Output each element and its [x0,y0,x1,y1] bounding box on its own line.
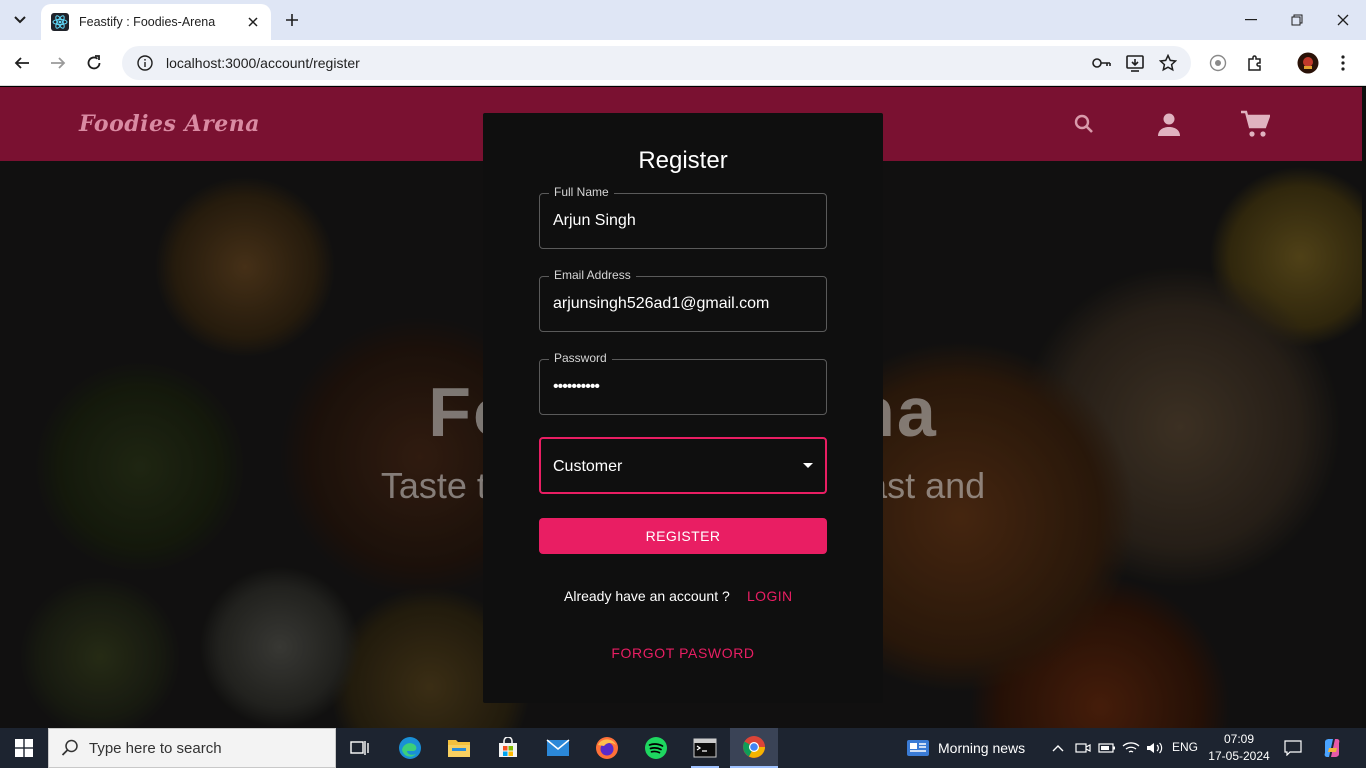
browser-tab-bar: Feastify : Foodies-Arena [0,0,1366,40]
new-tab-button[interactable] [282,10,302,30]
browser-toolbar: localhost:3000/account/register [0,40,1366,86]
register-dialog: Register Full Name Arjun Singh Email Add… [483,113,883,703]
search-icon [61,739,78,756]
email-label: Email Address [549,268,636,282]
email-field[interactable]: Email Address arjunsingh526ad1@gmail.com [539,268,827,332]
plus-icon [286,14,298,26]
reload-button[interactable] [82,51,106,75]
notification-center-icon[interactable] [1283,738,1303,758]
task-view-button[interactable] [336,728,384,768]
full-name-value: Arjun Singh [553,212,636,229]
restore-button[interactable] [1282,8,1312,32]
url-text: localhost:3000/account/register [166,55,360,71]
password-label: Password [549,351,612,365]
full-name-field[interactable]: Full Name Arjun Singh [539,185,827,249]
task-view-icon [350,741,369,755]
site-info-icon[interactable] [136,54,154,72]
volume-icon[interactable] [1145,738,1165,758]
clock-time: 07:09 [1223,732,1255,746]
role-selected-value: Customer [553,458,623,475]
search-icon[interactable] [1069,109,1099,139]
full-name-label: Full Name [549,185,614,199]
taskbar-firefox[interactable] [583,728,631,768]
scrollbar-gutter [1362,87,1366,728]
clock[interactable]: 07:09 17-05-2024 [1205,731,1273,765]
tab-title: Feastify : Foodies-Arena [79,15,216,29]
extensions-puzzle-icon[interactable] [1243,51,1267,75]
brand-logo[interactable]: Foodies Arena [79,111,260,137]
back-button[interactable] [10,51,34,75]
taskbar-spotify[interactable] [632,728,680,768]
wifi-icon[interactable] [1121,738,1141,758]
close-window-button[interactable] [1328,8,1358,32]
taskbar-search-box[interactable]: Type here to search [48,728,336,768]
terminal-icon [693,738,717,758]
tab-close-icon[interactable] [245,14,261,30]
forgot-password-link[interactable]: FORGOT PASWORD [483,645,883,661]
react-favicon-icon [51,13,69,31]
copilot-icon[interactable] [1322,738,1342,758]
web-page: Foodies Arena Taste the best dishes, ser… [0,87,1366,728]
tab-search-button[interactable] [6,8,34,32]
store-icon [499,737,517,757]
weather-news-widget[interactable]: Morning news [906,728,1025,768]
edge-icon [399,737,421,759]
password-value: •••••••••• [553,378,600,395]
email-value: arjunsingh526ad1@gmail.com [553,295,770,312]
start-button[interactable] [0,728,48,768]
password-key-icon[interactable] [1091,54,1111,77]
password-field[interactable]: Password •••••••••• [539,351,827,415]
minimize-button[interactable] [1236,8,1266,32]
taskbar-store[interactable] [484,728,532,768]
windows-logo-icon [15,739,33,757]
news-icon [907,740,929,756]
taskbar-mail[interactable] [534,728,582,768]
chrome-icon [743,736,765,758]
news-label: Morning news [938,740,1026,756]
cart-icon[interactable] [1240,109,1270,139]
arrow-right-icon [51,57,66,69]
forward-button[interactable] [46,51,70,75]
taskbar-edge[interactable] [386,728,434,768]
firefox-icon [596,737,618,759]
folder-icon [448,740,470,757]
battery-icon[interactable] [1097,738,1117,758]
taskbar-chrome[interactable] [730,728,778,768]
register-heading: Register [638,147,728,174]
bookmark-star-icon[interactable] [1158,53,1178,77]
clock-date: 17-05-2024 [1208,749,1270,763]
browser-menu-icon[interactable] [1331,51,1355,75]
already-have-account-text: Already have an account ? [564,588,730,604]
role-select[interactable]: Customer [539,437,827,494]
extension-icon[interactable] [1206,51,1230,75]
meet-now-icon[interactable] [1073,738,1093,758]
taskbar-terminal[interactable] [681,728,729,768]
register-button[interactable]: REGISTER [539,518,827,554]
arrow-left-icon [14,57,29,69]
login-link[interactable]: LOGIN [747,588,793,604]
language-indicator[interactable]: ENG [1172,740,1198,754]
caret-down-icon [803,463,813,468]
windows-taskbar: Type here to search Morning news ENG 07:… [0,728,1366,768]
taskbar-search-placeholder: Type here to search [89,739,222,757]
browser-tab[interactable]: Feastify : Foodies-Arena [41,4,271,40]
spotify-icon [645,737,667,759]
tray-overflow-icon[interactable] [1048,738,1068,758]
address-bar[interactable]: localhost:3000/account/register [122,46,1191,80]
chevron-down-icon [14,16,26,24]
profile-avatar[interactable] [1296,51,1320,75]
taskbar-file-explorer[interactable] [435,728,483,768]
reload-icon [87,55,101,70]
install-app-icon[interactable] [1125,54,1145,77]
account-icon[interactable] [1154,109,1184,139]
mail-icon [546,739,570,756]
